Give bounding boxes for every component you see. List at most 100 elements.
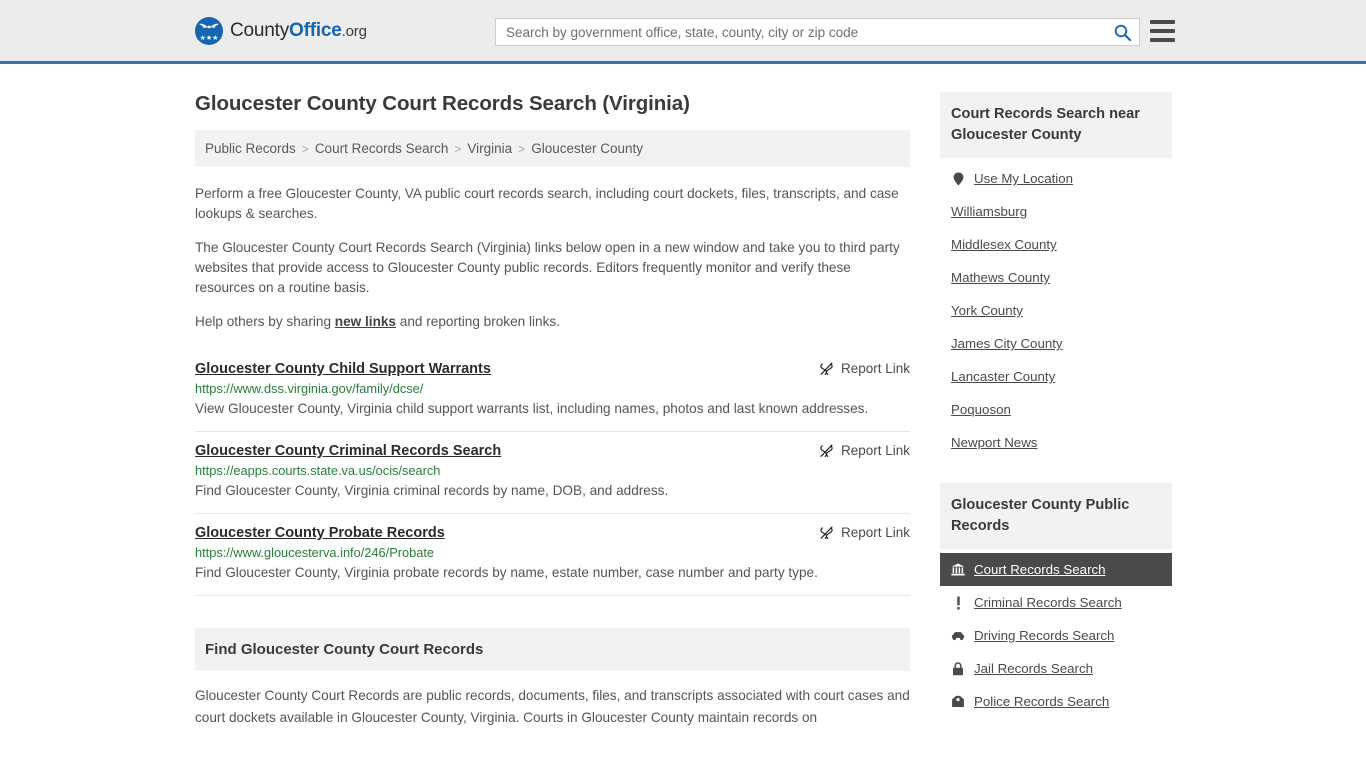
hamburger-bar bbox=[1150, 29, 1175, 33]
sidebar-nearby-link[interactable]: Middlesex County bbox=[951, 237, 1057, 252]
result-header: Gloucester County Criminal Records Searc… bbox=[195, 443, 910, 459]
result-url: https://eapps.courts.state.va.us/ocis/se… bbox=[195, 463, 441, 478]
find-records-body: Gloucester County Court Records are publ… bbox=[195, 688, 910, 725]
result-description: Find Gloucester County, Virginia crimina… bbox=[195, 483, 669, 498]
brand-part-org: .org bbox=[341, 22, 367, 40]
sidebar-public-records-list: Court Records Search Criminal Records Se… bbox=[940, 553, 1172, 718]
sidebar-item-james-city-county[interactable]: James City County bbox=[940, 327, 1172, 360]
sidebar-item-jail-records-search[interactable]: Jail Records Search bbox=[940, 652, 1172, 685]
three-stars-glyph: ★★★ bbox=[199, 34, 219, 42]
sidebar-item-poquoson[interactable]: Poquoson bbox=[940, 393, 1172, 426]
result-url: https://www.gloucesterva.info/246/Probat… bbox=[195, 545, 435, 560]
sidebar-item-york-county[interactable]: York County bbox=[940, 294, 1172, 327]
find-records-heading-box: Find Gloucester County Court Records bbox=[195, 628, 910, 671]
result-description: View Gloucester County, Virginia child s… bbox=[195, 401, 869, 416]
hamburger-menu-icon[interactable] bbox=[1150, 20, 1175, 42]
brand-part-office: Office bbox=[289, 19, 342, 41]
results-list: Gloucester County Child Support Warrants… bbox=[195, 350, 910, 596]
sidebar-nearby-link[interactable]: James City County bbox=[951, 336, 1063, 351]
site-logo[interactable]: ★★★ CountyOffice.org bbox=[195, 16, 367, 45]
sidebar-nearby-heading: Court Records Search near Gloucester Cou… bbox=[940, 92, 1172, 158]
brand-part-county: County bbox=[230, 19, 290, 41]
eagle-wings-glyph bbox=[199, 23, 219, 29]
courthouse-icon bbox=[951, 563, 965, 576]
search-input[interactable] bbox=[496, 19, 1105, 45]
sidebar-nearby-link[interactable]: Use My Location bbox=[974, 171, 1073, 186]
car-icon bbox=[951, 631, 965, 641]
sidebar-public-records-heading: Gloucester County Public Records bbox=[940, 483, 1172, 549]
broken-link-icon bbox=[820, 444, 833, 457]
sidebar-nearby-link[interactable]: Poquoson bbox=[951, 402, 1011, 417]
search-icon bbox=[1114, 24, 1131, 41]
main-content: Gloucester County Court Records Search (… bbox=[195, 64, 910, 729]
intro-3-suffix: and reporting broken links. bbox=[396, 314, 560, 329]
sidebar-public-records-link[interactable]: Criminal Records Search bbox=[974, 595, 1122, 610]
sidebar-nearby-link[interactable]: Newport News bbox=[951, 435, 1037, 450]
breadcrumb-separator: > bbox=[301, 141, 309, 156]
sidebar-item-newport-news[interactable]: Newport News bbox=[940, 426, 1172, 459]
breadcrumb: Public Records > Court Records Search > … bbox=[195, 130, 910, 167]
intro-paragraph-1: Perform a free Gloucester County, VA pub… bbox=[195, 186, 899, 221]
map-pin-icon bbox=[951, 172, 965, 186]
result-title-link[interactable]: Gloucester County Probate Records bbox=[195, 525, 445, 541]
sidebar-item-court-records-search[interactable]: Court Records Search bbox=[940, 553, 1172, 586]
sidebar-public-records-link[interactable]: Court Records Search bbox=[974, 562, 1106, 577]
sidebar-public-records-block: Gloucester County Public Records Court R… bbox=[940, 483, 1172, 718]
intro-paragraph-3: Help others by sharing new links and rep… bbox=[195, 312, 910, 332]
sidebar-nearby-list: Use My Location Williamsburg Middlesex C… bbox=[940, 162, 1172, 459]
intro-3-prefix: Help others by sharing bbox=[195, 314, 335, 329]
brand-wordmark: CountyOffice.org bbox=[230, 20, 367, 42]
exclamation-icon bbox=[951, 596, 965, 610]
report-link-label: Report Link bbox=[840, 443, 910, 458]
breadcrumb-separator: > bbox=[454, 141, 462, 156]
result-url: https://www.dss.virginia.gov/family/dcse… bbox=[195, 381, 424, 396]
sidebar-nearby-block: Court Records Search near Gloucester Cou… bbox=[940, 92, 1172, 459]
report-link-label: Report Link bbox=[840, 525, 910, 540]
result-header: Gloucester County Probate Records Report… bbox=[195, 525, 910, 541]
broken-link-icon bbox=[820, 526, 833, 539]
breadcrumb-separator: > bbox=[518, 141, 526, 156]
sidebar-item-criminal-records-search[interactable]: Criminal Records Search bbox=[940, 586, 1172, 619]
lock-icon bbox=[951, 661, 965, 676]
sidebar-nearby-link[interactable]: Williamsburg bbox=[951, 204, 1027, 219]
report-link-button[interactable]: Report Link bbox=[807, 361, 910, 376]
breadcrumb-item-gloucester-county[interactable]: Gloucester County bbox=[531, 141, 643, 156]
result-title-link[interactable]: Gloucester County Criminal Records Searc… bbox=[195, 443, 501, 459]
result-header: Gloucester County Child Support Warrants… bbox=[195, 361, 910, 377]
result-item: Gloucester County Child Support Warrants… bbox=[195, 350, 910, 432]
hamburger-bar bbox=[1150, 38, 1175, 42]
sidebar-nearby-link[interactable]: Mathews County bbox=[951, 270, 1050, 285]
sidebar-item-mathews-county[interactable]: Mathews County bbox=[940, 261, 1172, 294]
new-links-link[interactable]: new links bbox=[335, 314, 396, 329]
sidebar: Court Records Search near Gloucester Cou… bbox=[940, 64, 1172, 718]
police-badge-icon bbox=[951, 695, 965, 708]
sidebar-item-driving-records-search[interactable]: Driving Records Search bbox=[940, 619, 1172, 652]
sidebar-item-williamsburg[interactable]: Williamsburg bbox=[940, 195, 1172, 228]
sidebar-nearby-link[interactable]: York County bbox=[951, 303, 1023, 318]
result-item: Gloucester County Probate Records Report… bbox=[195, 514, 910, 596]
sidebar-public-records-link[interactable]: Jail Records Search bbox=[974, 661, 1093, 676]
eagle-shield-icon: ★★★ bbox=[195, 16, 223, 45]
search-button[interactable] bbox=[1105, 19, 1139, 45]
intro-paragraph-2: The Gloucester County Court Records Sear… bbox=[195, 240, 900, 295]
breadcrumb-item-virginia[interactable]: Virginia bbox=[467, 141, 512, 156]
sidebar-item-use-my-location[interactable]: Use My Location bbox=[940, 162, 1172, 195]
site-header: ★★★ CountyOffice.org bbox=[0, 0, 1366, 64]
report-link-label: Report Link bbox=[840, 361, 910, 376]
sidebar-item-police-records-search[interactable]: Police Records Search bbox=[940, 685, 1172, 718]
breadcrumb-item-court-records-search[interactable]: Court Records Search bbox=[315, 141, 449, 156]
report-link-button[interactable]: Report Link bbox=[807, 443, 910, 458]
sidebar-public-records-link[interactable]: Driving Records Search bbox=[974, 628, 1114, 643]
breadcrumb-item-public-records[interactable]: Public Records bbox=[205, 141, 296, 156]
broken-link-icon bbox=[820, 362, 833, 375]
sidebar-item-middlesex-county[interactable]: Middlesex County bbox=[940, 228, 1172, 261]
result-description: Find Gloucester County, Virginia probate… bbox=[195, 565, 818, 580]
sidebar-public-records-link[interactable]: Police Records Search bbox=[974, 694, 1109, 709]
sidebar-nearby-link[interactable]: Lancaster County bbox=[951, 369, 1055, 384]
result-title-link[interactable]: Gloucester County Child Support Warrants bbox=[195, 361, 491, 377]
sidebar-item-lancaster-county[interactable]: Lancaster County bbox=[940, 360, 1172, 393]
result-item: Gloucester County Criminal Records Searc… bbox=[195, 432, 910, 514]
find-records-heading: Find Gloucester County Court Records bbox=[205, 641, 484, 658]
report-link-button[interactable]: Report Link bbox=[807, 525, 910, 540]
search-bar[interactable] bbox=[495, 18, 1140, 46]
